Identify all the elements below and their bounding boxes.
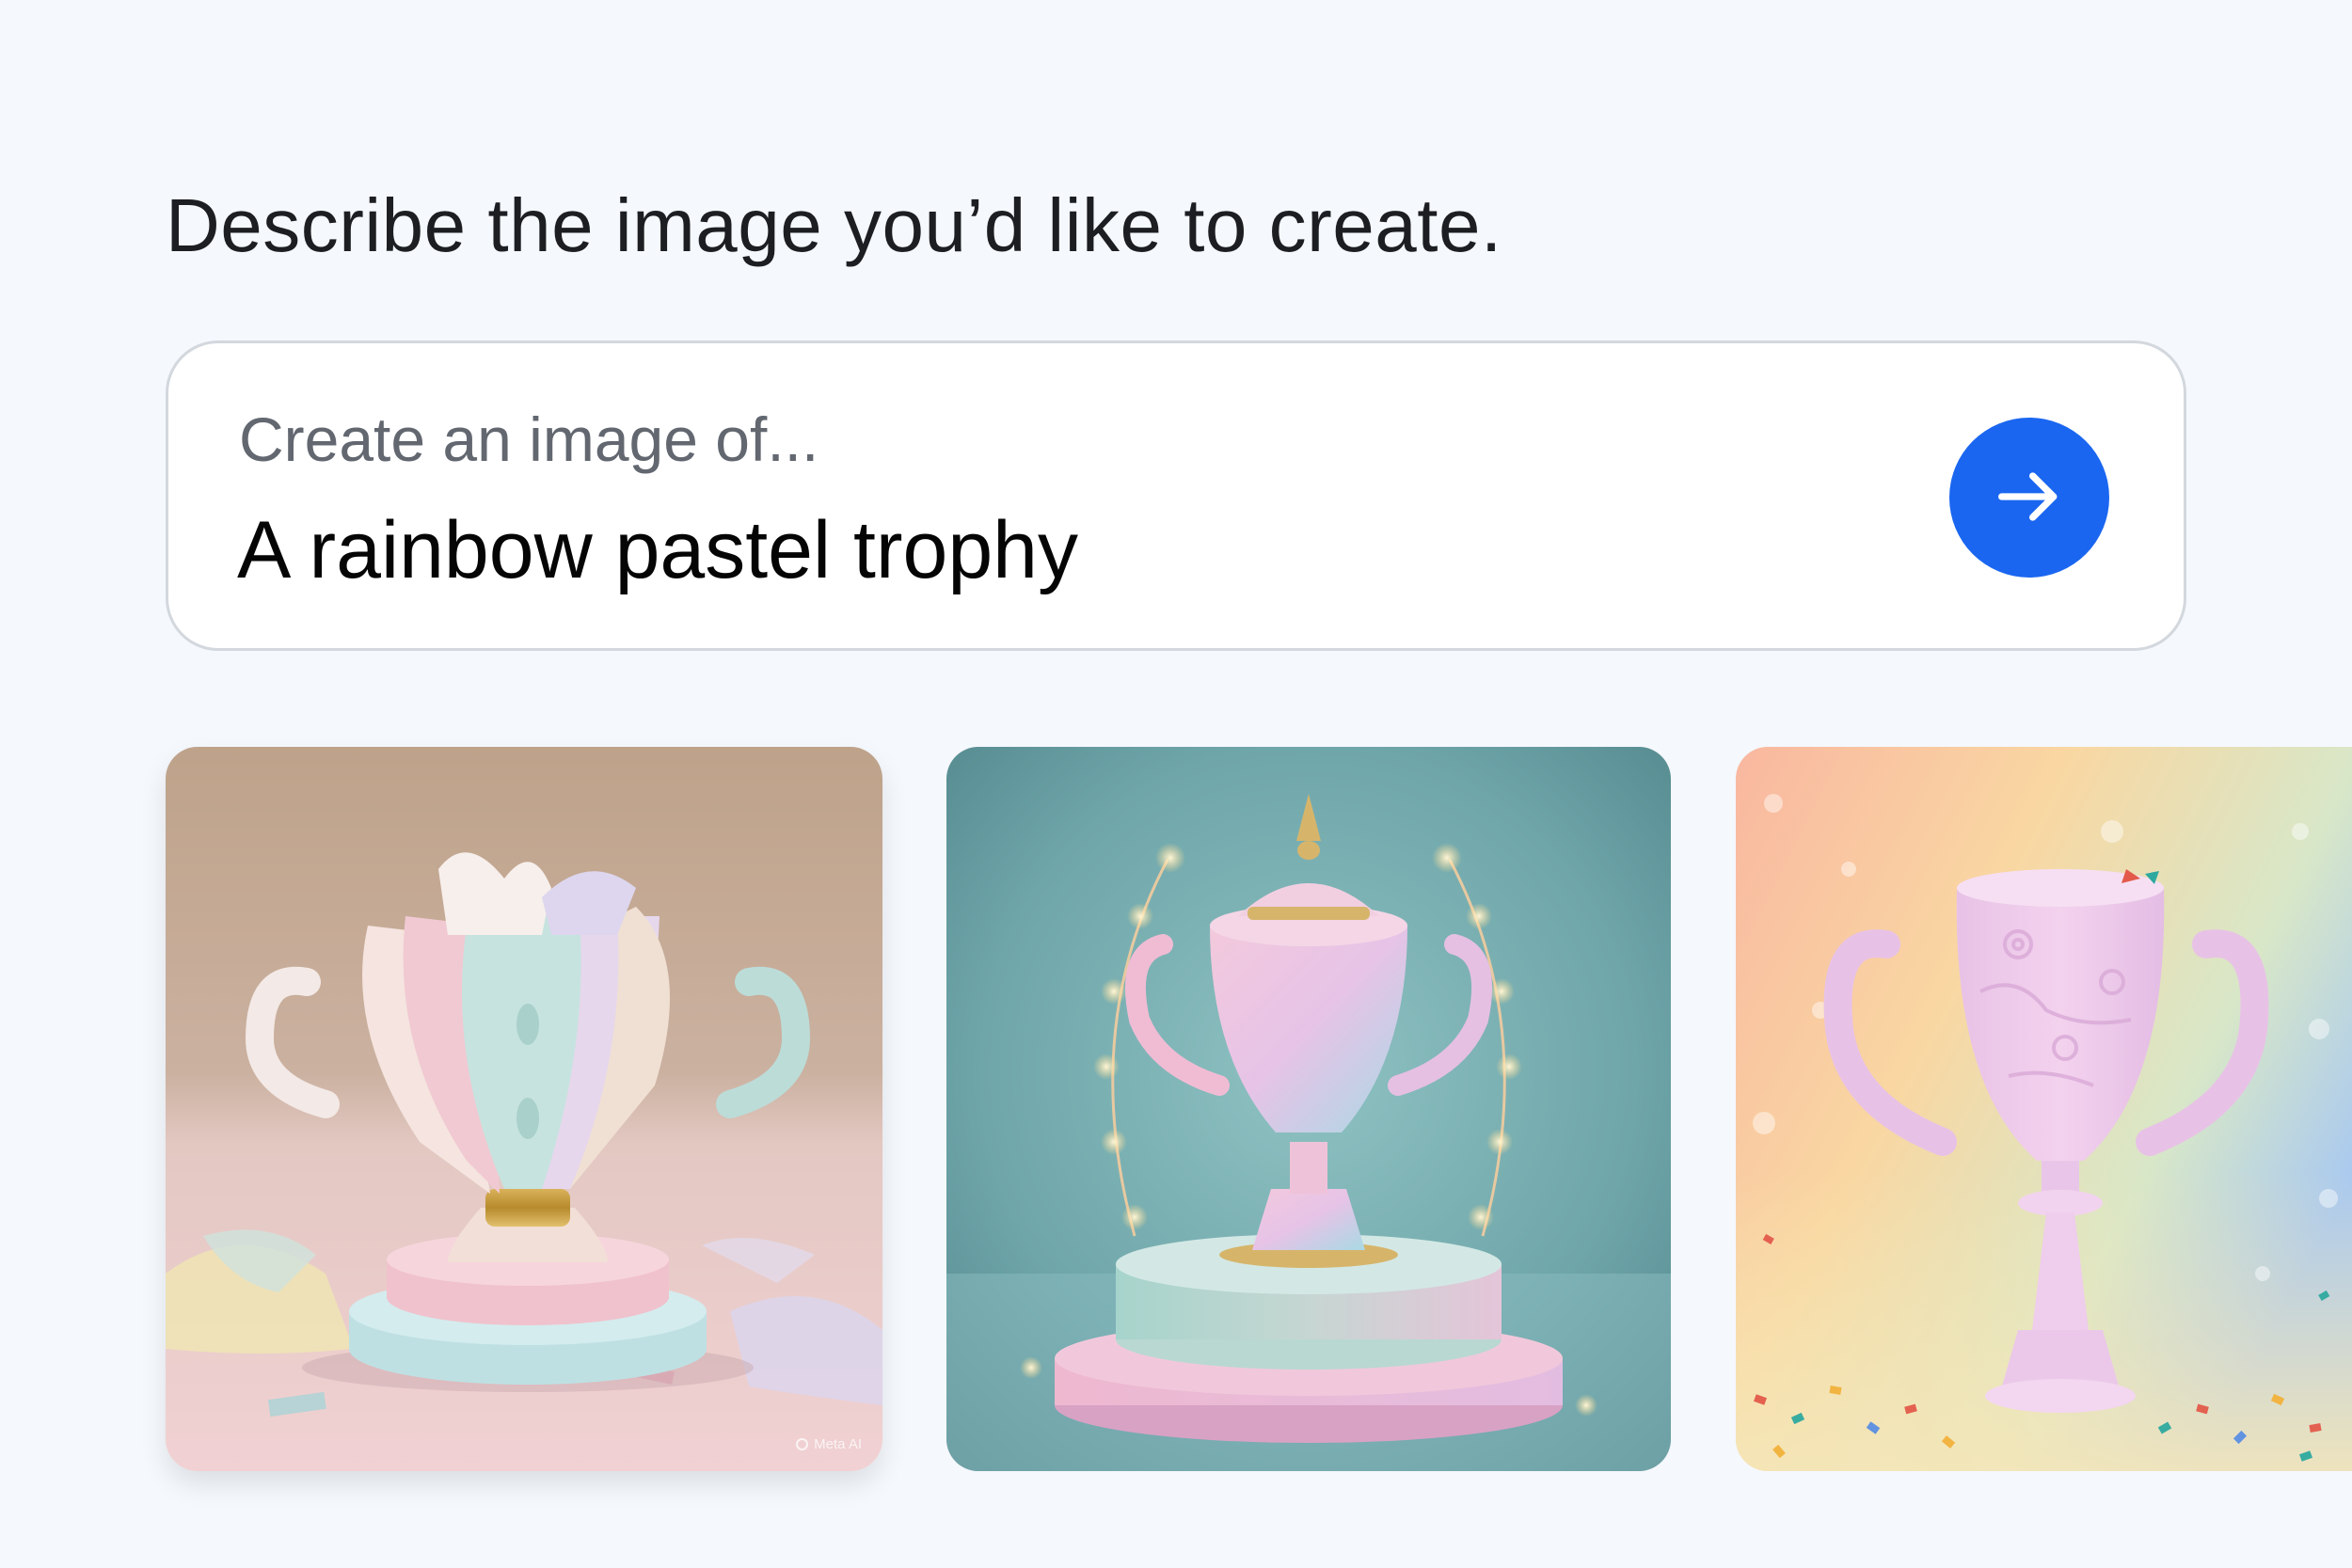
generated-image-2[interactable] bbox=[946, 747, 1671, 1471]
prompt-input[interactable] bbox=[237, 503, 1931, 597]
submit-button[interactable] bbox=[1949, 418, 2109, 578]
meta-ai-watermark: Meta AI bbox=[796, 1436, 862, 1452]
meta-ai-icon bbox=[796, 1438, 809, 1450]
prompt-card: Create an image of... bbox=[166, 341, 2186, 651]
trophy-image bbox=[166, 747, 882, 1471]
generated-image-1[interactable]: Meta AI bbox=[166, 747, 882, 1471]
trophy-image bbox=[1736, 747, 2352, 1471]
arrow-right-icon bbox=[1988, 455, 2071, 541]
prompt-label: Create an image of... bbox=[239, 404, 819, 474]
generated-image-3[interactable] bbox=[1736, 747, 2352, 1471]
page-headline: Describe the image you’d like to create. bbox=[166, 183, 1502, 267]
trophy-image bbox=[946, 747, 1671, 1471]
